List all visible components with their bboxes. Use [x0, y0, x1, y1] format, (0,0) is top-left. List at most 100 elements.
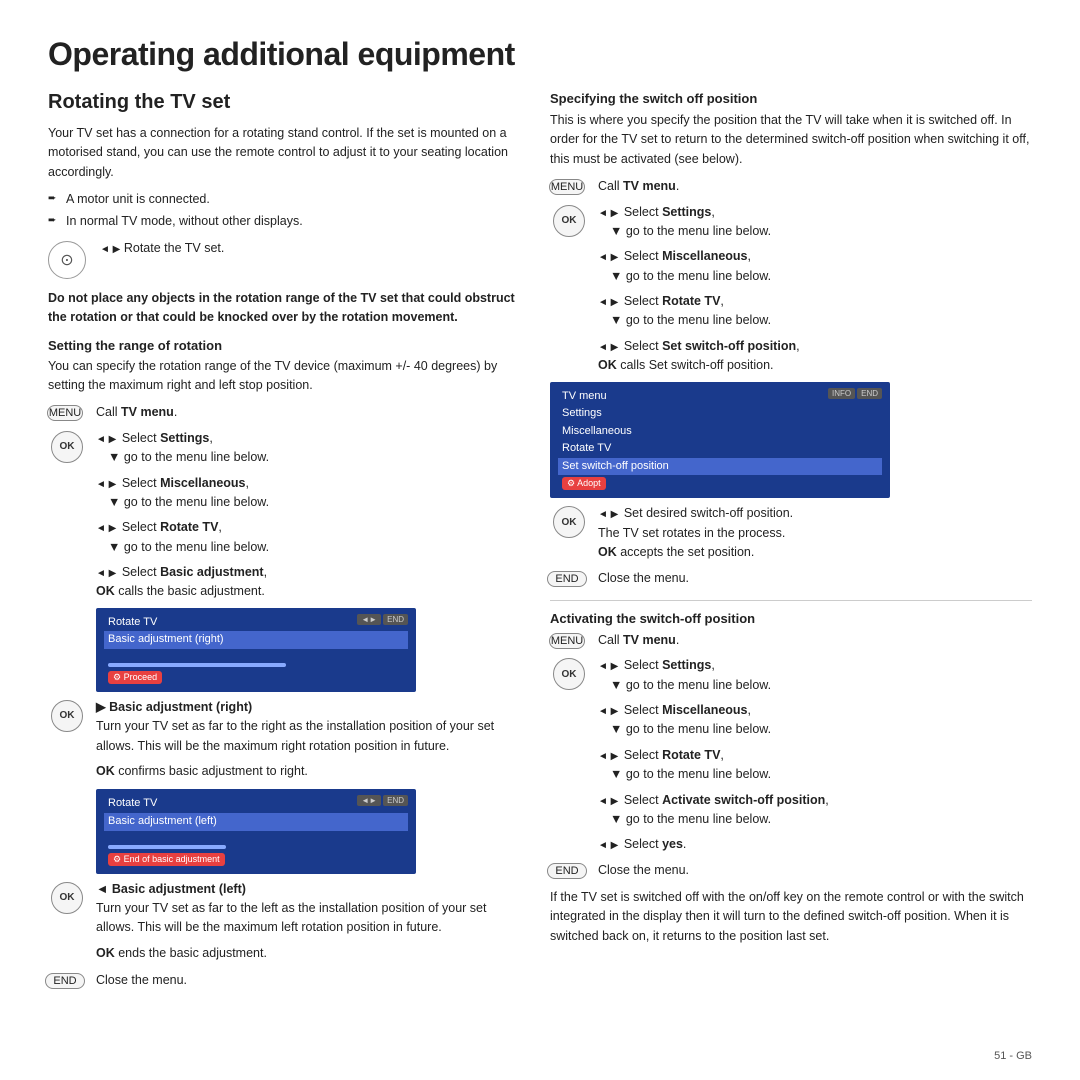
left-subtitle: Rotating the TV set [48, 91, 518, 114]
r-step-switch-off-text: ◄ ▶ Select Set switch-off position, OK c… [598, 337, 1032, 376]
step-basic-right: OK ▶ Basic adjustment (right) Turn your … [48, 698, 518, 756]
left-intro: Your TV set has a connection for a rotat… [48, 124, 518, 182]
a-step-rotate-text: ◄ ▶ Select Rotate TV, ▼ go to the menu l… [598, 746, 1032, 785]
a-close-menu-text: Close the menu. [598, 861, 1032, 880]
step-basic-left-text: ◄ Basic adjustment (left) Turn your TV s… [96, 880, 518, 938]
tv-switch-nav-lr: INFO [828, 388, 855, 399]
r-ok-btn-wrap-1: OK [550, 203, 588, 237]
a-step-yes-text: ◄ ▶ Select yes. [598, 835, 1032, 854]
step-basic-right-text: ▶ Basic adjustment (right) Turn your TV … [96, 698, 518, 756]
final-text: If the TV set is switched off with the o… [550, 888, 1032, 946]
step-settings: OK ◄ ▶ Select Settings, ▼ go to the menu… [48, 429, 518, 468]
step-basic-left: OK ◄ Basic adjustment (left) Turn your T… [48, 880, 518, 938]
step-menu: MENU Call TV menu. [48, 403, 518, 422]
switch-off-intro: This is where you specify the position t… [550, 111, 1032, 169]
a-step-rotate: ◄ ▶ Select Rotate TV, ▼ go to the menu l… [550, 746, 1032, 785]
ok-confirms-right: OK confirms basic adjustment to right. [96, 762, 518, 781]
a-menu-button: MENU [549, 633, 585, 649]
r-step-close-menu: END Close the menu. [550, 569, 1032, 588]
r-close-menu-text: Close the menu. [598, 569, 1032, 588]
page: Operating additional equipment Rotating … [0, 0, 1080, 1080]
bullet-item-2: In normal TV mode, without other display… [48, 212, 518, 231]
r-step-after-screen: OK ◄ ▶ Set desired switch-off position. … [550, 504, 1032, 562]
a-empty-4 [550, 835, 588, 837]
ok-ends: OK ends the basic adjustment. [96, 944, 518, 963]
r-empty-1 [550, 247, 588, 249]
tv-screen-switch: TV menu Settings Miscellaneous Rotate TV… [550, 382, 890, 499]
a-ok-button-1: OK [553, 658, 585, 690]
r-end-button: END [547, 571, 586, 587]
step-close-menu-left: END Close the menu. [48, 971, 518, 990]
r-step-misc-text: ◄ ▶ Select Miscellaneous, ▼ go to the me… [598, 247, 1032, 286]
a-empty-3 [550, 791, 588, 793]
section-range-title: Setting the range of rotation [48, 338, 518, 353]
bullet-list: A motor unit is connected. In normal TV … [48, 190, 518, 231]
ok-btn-wrap-1: OK [48, 429, 86, 463]
left-column: Rotating the TV set Your TV set has a co… [48, 91, 518, 997]
a-step-close-menu: END Close the menu. [550, 861, 1032, 880]
empty-btn-wrap-2 [48, 518, 86, 520]
step-settings-text: ◄ ▶ Select Settings, ▼ go to the menu li… [96, 429, 518, 468]
tv-screen2-nav-end: END [383, 795, 408, 806]
menu-btn-wrap: MENU [48, 403, 86, 421]
tv-screen1-progress-wrap [104, 661, 408, 667]
a-empty-1 [550, 701, 588, 703]
rotate-icon-row: ⊙ ◄ ▶ Rotate the TV set. [48, 239, 518, 279]
a-ok-btn-wrap-1: OK [550, 656, 588, 690]
r-empty-3 [550, 337, 588, 339]
r-step-rotate-tv: ◄ ▶ Select Rotate TV, ▼ go to the menu l… [550, 292, 1032, 331]
step-misc-text: ◄ ▶ Select Miscellaneous, ▼ go to the me… [96, 474, 518, 513]
tv-screen1-proceed-btn: ⚙ Proceed [108, 671, 162, 684]
r-menu-btn-wrap: MENU [550, 177, 588, 195]
a-step-menu: MENU Call TV menu. [550, 631, 1032, 650]
r-ok-button-2: OK [553, 506, 585, 538]
tv-screen2-progress-bar [108, 845, 226, 849]
a-step-settings: OK ◄ ▶ Select Settings, ▼ go to the menu… [550, 656, 1032, 695]
a-empty-2 [550, 746, 588, 748]
divider [550, 600, 1032, 601]
tv-screen1-row1: Basic adjustment (right) [104, 631, 408, 649]
ok-button-3: OK [51, 882, 83, 914]
tv-switch-nav-end: END [857, 388, 882, 399]
tv-screen2-progress-wrap [104, 843, 408, 849]
step-rotate-text: ◄ ▶ Select Rotate TV, ▼ go to the menu l… [96, 518, 518, 557]
r-step-settings: OK ◄ ▶ Select Settings, ▼ go to the menu… [550, 203, 1032, 242]
r-step-switch-off: ◄ ▶ Select Set switch-off position, OK c… [550, 337, 1032, 376]
rotate-instruction: ◄ ▶ Rotate the TV set. [100, 239, 224, 258]
right-column: Specifying the switch off position This … [550, 91, 1032, 997]
r-step-menu-text: Call TV menu. [598, 177, 1032, 196]
tv-screen-2: Rotate TV Basic adjustment (left) ⚙ End … [96, 789, 416, 873]
page-footer: 51 - GB [994, 1050, 1032, 1062]
a-end-btn-wrap: END [550, 861, 588, 879]
range-text: You can specify the rotation range of th… [48, 357, 518, 396]
tv-switch-row2: Miscellaneous [558, 423, 882, 441]
tv-switch-row4: Set switch-off position [558, 458, 882, 476]
tv-switch-row1: Settings [558, 405, 882, 423]
tv-screen-1: Rotate TV Basic adjustment (right) ⚙ Pro… [96, 608, 416, 692]
step-rotate-tv: ◄ ▶ Select Rotate TV, ▼ go to the menu l… [48, 518, 518, 557]
bullet-item-1: A motor unit is connected. [48, 190, 518, 209]
tv-screen1-progress-bar [108, 663, 286, 667]
tv-switch-nav-btns: INFO END [828, 388, 882, 399]
tv-screen2-nav-left: ◄► [357, 795, 381, 806]
r-menu-button: MENU [549, 179, 585, 195]
r-step-misc: ◄ ▶ Select Miscellaneous, ▼ go to the me… [550, 247, 1032, 286]
step-basic-adj: ◄ ▶ Select Basic adjustment, OK calls th… [48, 563, 518, 602]
ok-button-1: OK [51, 431, 83, 463]
end-button-left: END [45, 973, 84, 989]
a-menu-btn-wrap: MENU [550, 631, 588, 649]
tv-screen1-bottom: ⚙ Proceed [104, 669, 408, 686]
a-step-activate-text: ◄ ▶ Select Activate switch-off position,… [598, 791, 1032, 830]
empty-btn-wrap-3 [48, 563, 86, 565]
a-step-misc: ◄ ▶ Select Miscellaneous, ▼ go to the me… [550, 701, 1032, 740]
two-column-layout: Rotating the TV set Your TV set has a co… [48, 91, 1032, 997]
a-step-menu-text: Call TV menu. [598, 631, 1032, 650]
warning-text: Do not place any objects in the rotation… [48, 289, 518, 328]
tv-switch-row3: Rotate TV [558, 440, 882, 458]
a-step-yes: ◄ ▶ Select yes. [550, 835, 1032, 854]
r-end-btn-wrap: END [550, 569, 588, 587]
step-basic-adj-text: ◄ ▶ Select Basic adjustment, OK calls th… [96, 563, 518, 602]
tv-screen2-nav-btns: ◄► END [357, 795, 408, 806]
r-step-settings-text: ◄ ▶ Select Settings, ▼ go to the menu li… [598, 203, 1032, 242]
end-btn-wrap-left: END [48, 971, 86, 989]
